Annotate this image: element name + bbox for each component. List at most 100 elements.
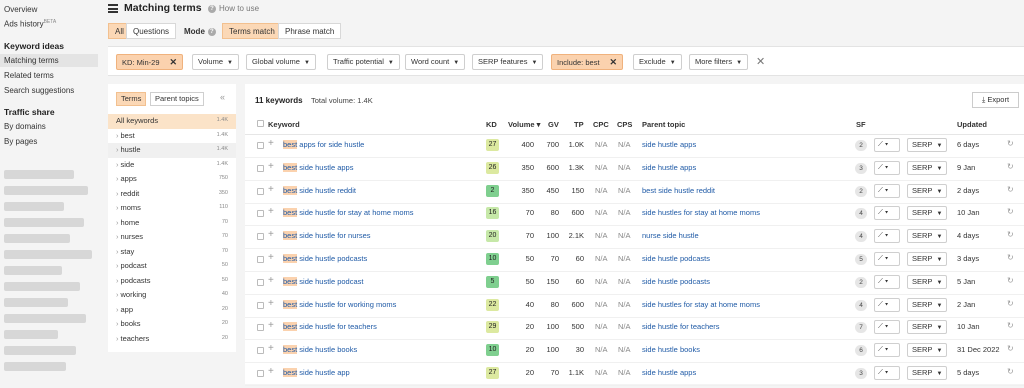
serp-dropdown[interactable]: SERP ▼	[907, 320, 947, 335]
filter-global-volume[interactable]: Global volume ▼	[246, 54, 316, 70]
parent-topic-link[interactable]: best side hustle reddit	[642, 186, 715, 195]
export-button[interactable]: ⤓ Export	[972, 92, 1019, 108]
filter-word-count[interactable]: Word count ▼	[405, 54, 466, 70]
trend-dropdown[interactable]: ⟋ ▾	[874, 229, 900, 244]
keyword-link[interactable]: best side hustle for teachers	[283, 322, 377, 332]
serp-dropdown[interactable]: SERP ▼	[907, 206, 947, 221]
col-keyword[interactable]: Keyword	[268, 120, 300, 129]
term-item[interactable]: › working 40	[108, 288, 236, 303]
refresh-icon[interactable]: ↻	[1007, 162, 1014, 171]
add-to-list-icon[interactable]: +	[268, 206, 274, 217]
parent-topic-link[interactable]: side hustle podcasts	[642, 277, 710, 286]
collapse-panel-icon[interactable]: «	[220, 92, 225, 102]
filter-more[interactable]: More filters ▼	[689, 54, 749, 70]
tab-parent-topics[interactable]: Parent topics	[150, 92, 204, 106]
menu-icon[interactable]	[108, 4, 118, 13]
trend-dropdown[interactable]: ⟋ ▾	[874, 160, 900, 175]
keyword-link[interactable]: best apps for side hustle	[283, 140, 364, 149]
filter-traffic-potential[interactable]: Traffic potential ▼	[327, 54, 400, 70]
term-item[interactable]: › side 1.4K	[108, 158, 236, 173]
row-checkbox[interactable]	[257, 187, 264, 195]
nav-search-suggestions[interactable]: Search suggestions	[4, 86, 74, 95]
parent-topic-link[interactable]: side hustle apps	[642, 368, 696, 377]
filter-exclude[interactable]: Exclude ▼	[633, 54, 682, 70]
term-item[interactable]: › podcasts 50	[108, 274, 236, 289]
row-checkbox[interactable]	[257, 210, 264, 218]
term-item[interactable]: › hustle 1.4K	[108, 143, 236, 158]
keyword-link[interactable]: best side hustle app	[283, 368, 350, 377]
mode-terms-match[interactable]: Terms match	[222, 23, 282, 39]
col-updated[interactable]: Updated	[957, 120, 987, 129]
serp-dropdown[interactable]: SERP ▼	[907, 252, 947, 266]
refresh-icon[interactable]: ↻	[1007, 367, 1014, 376]
add-to-list-icon[interactable]: +	[268, 343, 274, 354]
col-cps[interactable]: CPS	[617, 120, 632, 129]
refresh-icon[interactable]: ↻	[1007, 299, 1014, 308]
col-tp[interactable]: TP	[574, 120, 584, 129]
clear-filters-icon[interactable]: ✕	[756, 55, 765, 68]
select-all-checkbox[interactable]	[257, 120, 264, 127]
keyword-link[interactable]: best side hustle for nurses	[283, 231, 371, 241]
mode-phrase-match[interactable]: Phrase match	[278, 23, 342, 39]
nav-by-domains[interactable]: By domains	[4, 122, 46, 131]
trend-dropdown[interactable]: ⟋ ▾	[874, 183, 900, 198]
parent-topic-link[interactable]: side hustle podcasts	[642, 254, 710, 263]
col-parent-topic[interactable]: Parent topic	[642, 120, 685, 129]
term-item[interactable]: › apps 750	[108, 172, 236, 187]
refresh-icon[interactable]: ↻	[1007, 344, 1014, 353]
nav-ads-history[interactable]: Ads historyBETA	[4, 19, 56, 29]
serp-dropdown[interactable]: SERP ▼	[907, 183, 947, 198]
filter-include[interactable]: Include: best ✕	[551, 54, 624, 70]
add-to-list-icon[interactable]: +	[268, 320, 274, 331]
keyword-link[interactable]: best side hustle podcasts	[283, 254, 367, 263]
col-gv[interactable]: GV	[548, 120, 559, 129]
parent-topic-link[interactable]: side hustle apps	[642, 140, 696, 149]
refresh-icon[interactable]: ↻	[1007, 139, 1014, 148]
trend-dropdown[interactable]: ⟋ ▾	[874, 297, 900, 312]
nav-matching-terms[interactable]: Matching terms	[4, 56, 59, 65]
parent-topic-link[interactable]: side hustles for stay at home moms	[642, 208, 760, 217]
help-icon[interactable]: ?	[207, 27, 216, 36]
term-item[interactable]: › moms 110	[108, 201, 236, 216]
serp-dropdown[interactable]: SERP ▼	[907, 160, 947, 175]
row-checkbox[interactable]	[257, 233, 264, 241]
refresh-icon[interactable]: ↻	[1007, 185, 1014, 194]
term-item[interactable]: All keywords 1.4K	[108, 114, 236, 129]
refresh-icon[interactable]: ↻	[1007, 321, 1014, 330]
row-checkbox[interactable]	[257, 347, 264, 355]
row-checkbox[interactable]	[257, 370, 264, 377]
parent-topic-link[interactable]: side hustle books	[642, 345, 700, 354]
add-to-list-icon[interactable]: +	[268, 298, 274, 309]
row-checkbox[interactable]	[257, 301, 264, 309]
nav-related-terms[interactable]: Related terms	[4, 71, 54, 80]
term-item[interactable]: › nurses 70	[108, 230, 236, 245]
filter-volume[interactable]: Volume ▼	[192, 54, 239, 70]
tab-questions[interactable]: Questions	[126, 23, 177, 39]
add-to-list-icon[interactable]: +	[268, 366, 274, 377]
add-to-list-icon[interactable]: +	[268, 229, 274, 240]
serp-dropdown[interactable]: SERP ▼	[907, 343, 947, 358]
col-volume[interactable]: Volume ▾	[508, 120, 540, 129]
remove-filter-icon[interactable]: ✕	[610, 55, 618, 69]
keyword-link[interactable]: best side hustle books	[283, 345, 357, 355]
term-item[interactable]: › podcast 50	[108, 259, 236, 274]
col-sf[interactable]: SF	[856, 120, 866, 129]
keyword-link[interactable]: best side hustle for working moms	[283, 299, 396, 309]
term-item[interactable]: › reddit 350	[108, 187, 236, 202]
keyword-link[interactable]: best side hustle reddit	[283, 185, 356, 195]
add-to-list-icon[interactable]: +	[268, 184, 274, 195]
tab-terms[interactable]: Terms	[116, 92, 147, 106]
refresh-icon[interactable]: ↻	[1007, 207, 1014, 216]
trend-dropdown[interactable]: ⟋ ▾	[874, 274, 900, 289]
col-kd[interactable]: KD	[486, 120, 497, 129]
serp-dropdown[interactable]: SERP ▼	[907, 366, 947, 380]
term-item[interactable]: › best 1.4K	[108, 129, 236, 144]
refresh-icon[interactable]: ↻	[1007, 230, 1014, 239]
trend-dropdown[interactable]: ⟋ ▾	[874, 138, 900, 152]
serp-dropdown[interactable]: SERP ▼	[907, 138, 947, 152]
add-to-list-icon[interactable]: +	[268, 138, 274, 149]
add-to-list-icon[interactable]: +	[268, 252, 274, 263]
filter-kd[interactable]: KD: Min-29 ✕	[116, 54, 184, 70]
trend-dropdown[interactable]: ⟋ ▾	[874, 206, 900, 221]
parent-topic-link[interactable]: nurse side hustle	[642, 231, 699, 240]
